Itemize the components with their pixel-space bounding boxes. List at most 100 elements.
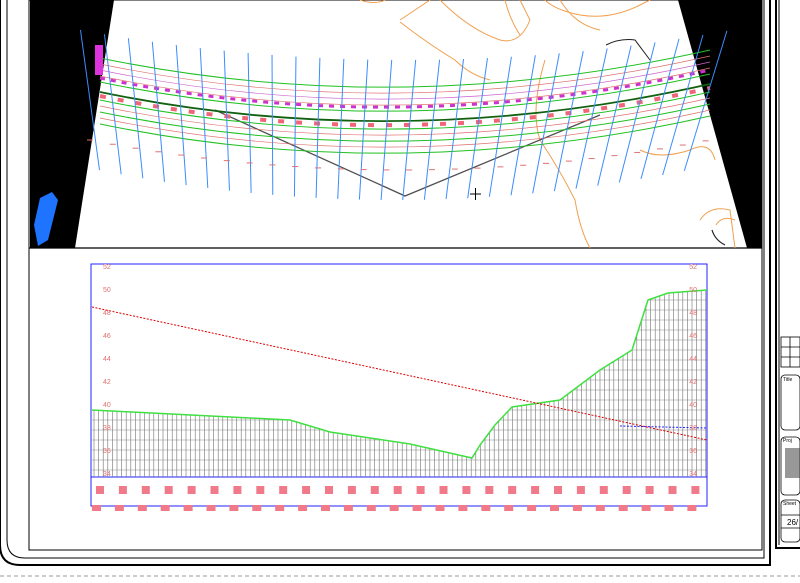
station-marker <box>668 486 677 494</box>
station-marker <box>347 486 356 494</box>
section-line <box>510 55 536 196</box>
y-tick-label: 42 <box>689 379 697 386</box>
station-marker <box>485 486 494 494</box>
station-marker <box>435 505 445 511</box>
station-marker <box>622 486 631 494</box>
section-line <box>402 59 417 201</box>
station-marker <box>233 486 242 494</box>
station-marker <box>210 486 219 494</box>
profile-view[interactable]: 52 50 48 46 44 42 40 38 36 34 52 50 48 46 44 42 40 38 36 3… <box>90 263 708 511</box>
y-tick-label: 50 <box>689 287 697 294</box>
station-marker <box>256 486 265 494</box>
station-marker <box>481 505 491 511</box>
y-tick-label: 52 <box>103 264 111 271</box>
section-line <box>467 58 488 199</box>
y-tick-label: 38 <box>103 425 111 432</box>
station-marker <box>462 486 471 494</box>
title-block-label-2: Proj <box>783 438 792 444</box>
station-marker <box>576 486 585 494</box>
title-block[interactable]: Title Proj Sheet 26/ <box>775 0 800 549</box>
y-tick-label: 48 <box>689 310 697 317</box>
station-marker <box>599 486 608 494</box>
station-marker <box>664 505 674 511</box>
station-marker <box>325 486 333 494</box>
station-marker <box>252 505 262 511</box>
y-tick-label: 36 <box>689 448 697 455</box>
y-tick-label: 44 <box>103 356 111 363</box>
section-line <box>618 42 656 183</box>
section-line <box>103 34 122 175</box>
station-marker <box>114 505 124 511</box>
y-tick-label: 40 <box>103 402 111 409</box>
boundary-dark-2 <box>711 229 726 246</box>
station-labels <box>87 139 709 171</box>
station-marker <box>92 505 101 511</box>
station-marker <box>412 505 422 511</box>
station-marker <box>393 486 402 494</box>
y-tick-label: 34 <box>689 471 697 478</box>
station-marker <box>164 486 173 494</box>
station-marker <box>550 505 559 511</box>
section-line <box>488 56 512 197</box>
y-tick-label: 40 <box>689 402 697 409</box>
station-marker <box>508 486 517 494</box>
station-marker <box>641 505 651 511</box>
road-corridor <box>99 49 711 154</box>
y-tick-label: 36 <box>103 448 111 455</box>
title-block-hatch <box>785 448 800 478</box>
station-marker <box>206 505 216 511</box>
contour-lines <box>359 0 736 249</box>
y-tick-label: 44 <box>689 356 697 363</box>
viewport-mask-right <box>678 0 762 248</box>
station-marker <box>187 486 196 494</box>
y-axis-left: 52 50 48 46 44 42 40 38 36 34 <box>103 264 111 478</box>
station-marker <box>298 505 308 511</box>
station-marker-row <box>92 486 700 511</box>
crosshair-icon <box>470 188 481 200</box>
start-marker <box>95 45 103 75</box>
y-tick-label: 48 <box>103 310 111 317</box>
plan-view[interactable] <box>30 0 762 249</box>
section-line <box>423 59 441 200</box>
station-marker <box>96 486 104 494</box>
station-marker <box>137 505 147 511</box>
station-marker <box>595 505 605 511</box>
station-marker <box>531 486 540 494</box>
y-tick-label: 46 <box>103 333 111 340</box>
station-marker <box>366 505 376 511</box>
station-marker <box>554 486 562 494</box>
y-tick-label: 46 <box>689 333 697 340</box>
station-marker <box>416 486 425 494</box>
section-line <box>380 59 393 200</box>
station-marker <box>275 505 285 511</box>
station-marker <box>183 505 193 511</box>
y-axis-right: 52 50 48 46 44 42 40 38 36 34 <box>689 264 697 478</box>
y-tick-label: 38 <box>689 425 697 432</box>
cad-drawing-sheet[interactable]: 52 50 48 46 44 42 40 38 36 34 52 50 48 46 44 42 40 38 36 3… <box>0 0 800 583</box>
station-marker <box>645 486 654 494</box>
ground-line <box>91 289 708 459</box>
station-marker <box>302 486 311 494</box>
station-marker <box>691 486 700 494</box>
station-marker <box>572 505 582 511</box>
section-line <box>445 59 465 200</box>
station-marker <box>458 505 468 511</box>
title-block-label-3: Sheet <box>783 501 797 507</box>
station-marker <box>279 486 288 494</box>
fill-hatch <box>92 290 707 477</box>
title-block-label: Title <box>783 377 792 383</box>
station-marker <box>687 505 697 511</box>
station-marker <box>141 486 150 494</box>
section-line <box>640 38 680 180</box>
station-marker <box>321 505 330 511</box>
y-tick-label: 50 <box>103 287 111 294</box>
section-line <box>271 54 274 195</box>
station-marker <box>160 505 170 511</box>
station-marker <box>618 505 628 511</box>
sheet-date: 26/ <box>787 518 799 527</box>
station-marker <box>118 486 127 494</box>
y-tick-label: 34 <box>103 471 111 478</box>
station-marker <box>439 486 448 494</box>
profile-frame <box>90 263 708 507</box>
station-marker <box>343 505 353 511</box>
